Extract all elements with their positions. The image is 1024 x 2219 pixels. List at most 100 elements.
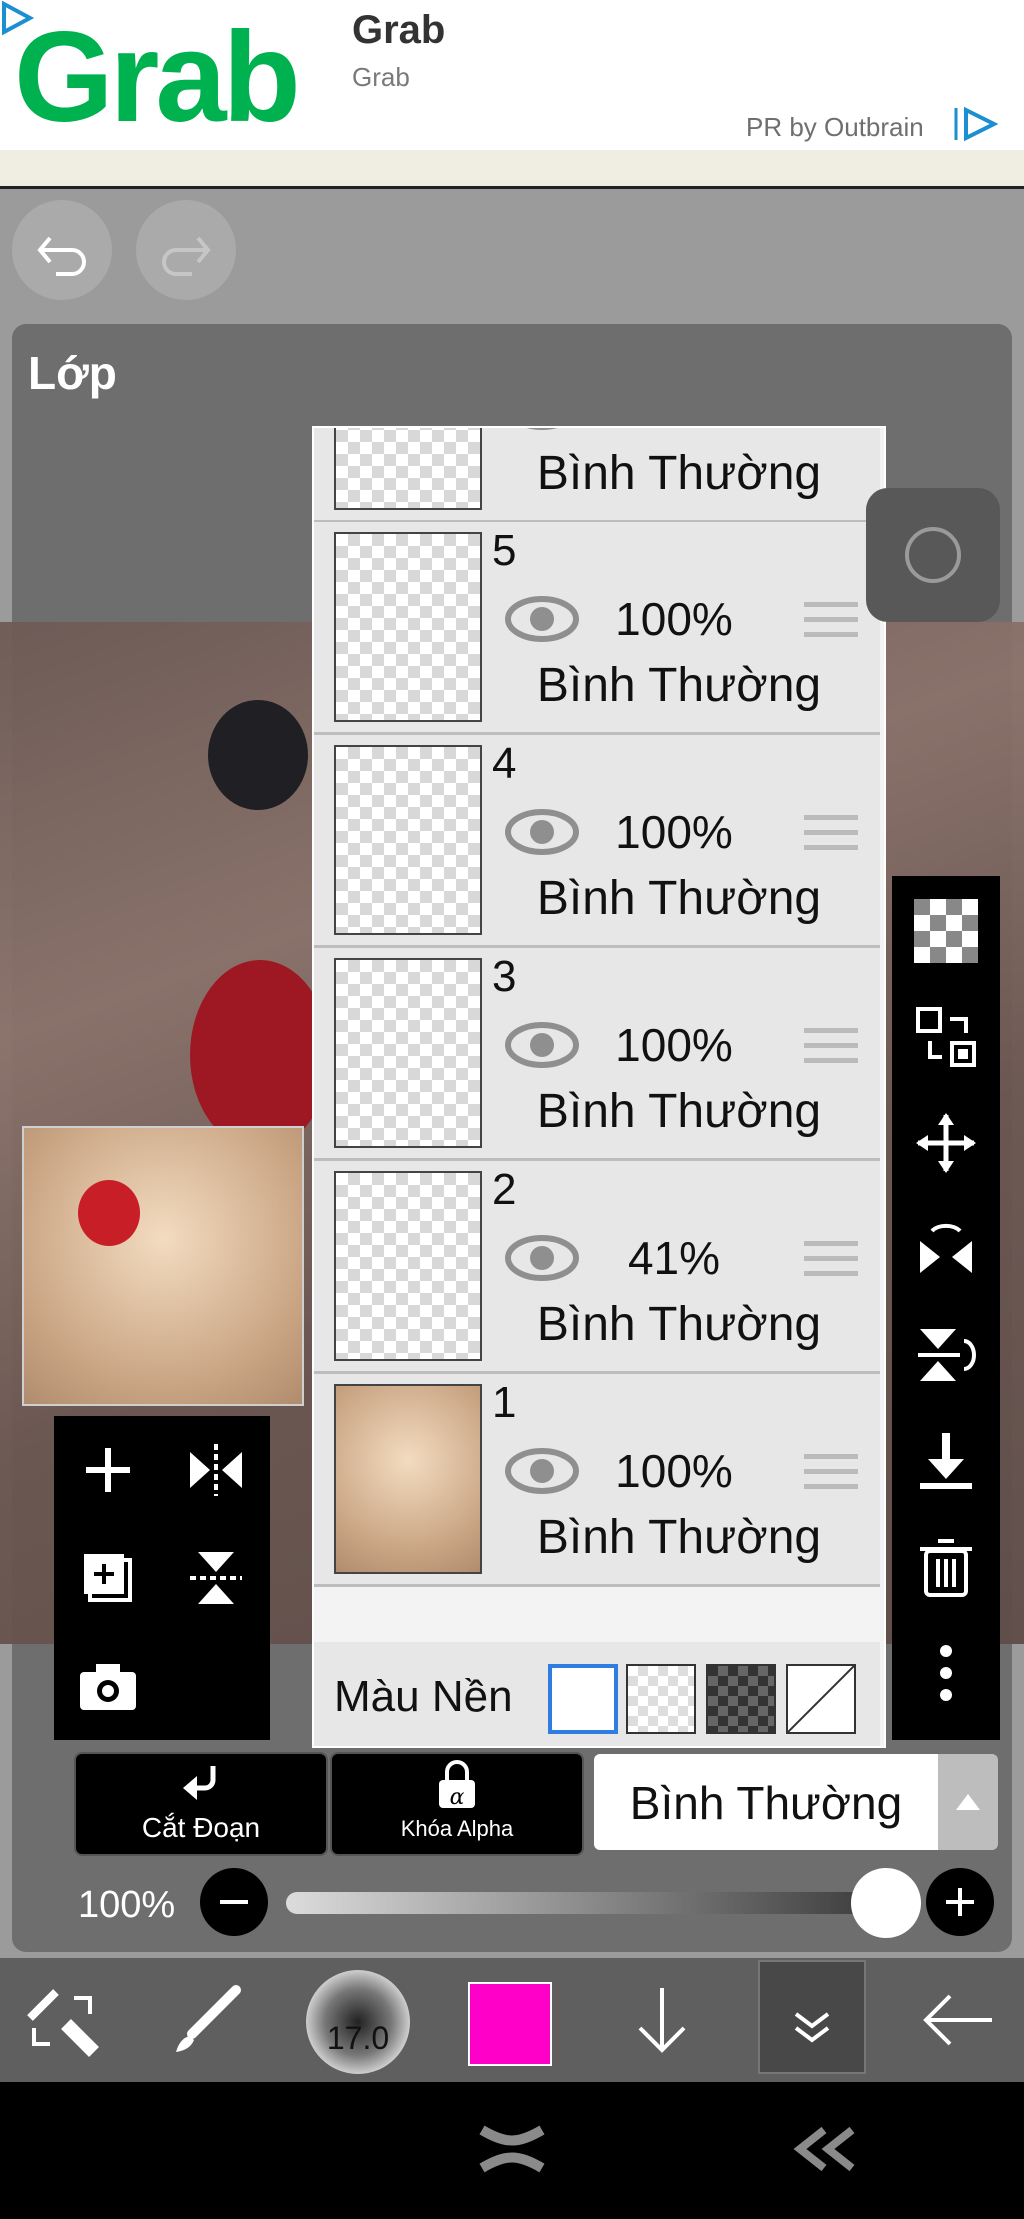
flip-horizontal-icon (190, 1444, 242, 1496)
rotate-flip-icon (920, 1223, 972, 1273)
clipping-button[interactable]: Cắt Đoạn (74, 1752, 328, 1856)
opacity-slider-track[interactable] (286, 1892, 886, 1914)
eye-icon[interactable] (504, 426, 580, 432)
bg-none-swatch[interactable] (786, 1664, 856, 1734)
brush-icon (176, 1985, 241, 2052)
bg-transparent-dark-swatch[interactable] (706, 1664, 776, 1734)
ad-banner-footer (0, 150, 1024, 189)
undo-button[interactable] (12, 200, 112, 300)
more-icon (940, 1645, 952, 1701)
bg-white-swatch[interactable] (548, 1664, 618, 1734)
eye-icon[interactable] (504, 594, 580, 644)
drag-handle-icon[interactable] (804, 1241, 858, 1286)
flip-vertical-icon (190, 1552, 242, 1604)
drag-handle-icon[interactable] (804, 815, 858, 860)
clip-arrow-icon (183, 1766, 216, 1800)
layer-thumbnail[interactable] (334, 532, 482, 722)
layers-toggle-button[interactable] (758, 1960, 866, 2074)
layer-thumbnail[interactable] (334, 428, 482, 510)
outbrain-icon[interactable] (952, 104, 998, 144)
background-color-label: Màu Nền (334, 1672, 513, 1721)
delete-icon (920, 1539, 972, 1597)
checkerboard-icon (914, 899, 978, 963)
ad-title[interactable]: Grab (352, 8, 445, 53)
flip-vertical-button[interactable] (170, 1532, 262, 1624)
redo-button[interactable] (136, 200, 236, 300)
floating-action-button[interactable] (866, 488, 1000, 622)
opacity-increase-button[interactable] (926, 1868, 994, 1936)
rotate-flip-button[interactable] (892, 1196, 1000, 1302)
lock-icon: α (439, 1760, 475, 1810)
drag-handle-icon[interactable] (804, 1454, 858, 1499)
layer-row[interactable]: 100% Bình Thường (314, 426, 880, 523)
layer-opacity: 100% (615, 1445, 733, 1497)
layer-thumbnail[interactable] (334, 1171, 482, 1361)
scroll-down-button[interactable] (620, 1978, 704, 2067)
layer-row[interactable]: 5 100% Bình Thường (314, 522, 880, 735)
back-button[interactable] (916, 1978, 1000, 2067)
merge-down-button[interactable] (892, 1408, 1000, 1514)
camera-button[interactable] (62, 1640, 154, 1732)
layer-number: 5 (492, 526, 517, 575)
collapse-nav-button[interactable] (790, 2124, 860, 2179)
ad-sponsor-label[interactable]: PR by Outbrain (746, 112, 924, 143)
move-button[interactable] (892, 1090, 1000, 1196)
opacity-decrease-button[interactable] (200, 1868, 268, 1936)
circle-icon (905, 527, 961, 583)
more-options-button[interactable] (892, 1620, 1000, 1726)
layer-thumbnail[interactable] (334, 958, 482, 1148)
layer-row[interactable]: 3 100% Bình Thường (314, 948, 880, 1161)
background-color-row: Màu Nền (314, 1642, 880, 1746)
grab-logo[interactable]: Grab (14, 14, 301, 142)
eye-icon[interactable] (504, 1446, 580, 1496)
camera-icon (80, 1664, 136, 1710)
layer-list[interactable]: 100% Bình Thường 5 100% Bình Thường 4 10… (312, 426, 886, 1748)
layer-number: 2 (492, 1165, 517, 1214)
delete-layer-button[interactable] (892, 1514, 1000, 1620)
transfer-button[interactable] (892, 984, 1000, 1090)
arrow-down-icon (638, 1988, 686, 2053)
layer-row[interactable]: 2 41% Bình Thường (314, 1161, 880, 1374)
layer-thumbnail[interactable] (334, 745, 482, 935)
duplicate-layer-button[interactable] (62, 1532, 154, 1624)
layer-thumbnail[interactable] (334, 1384, 482, 1574)
opacity-label: 100% (78, 1884, 176, 1926)
close-nav-button[interactable] (476, 2124, 548, 2179)
alpha-lock-button[interactable]: α Khóa Alpha (330, 1752, 584, 1856)
layer-blend-mode: Bình Thường (536, 1085, 822, 1138)
blend-mode-value: Bình Thường (629, 1777, 903, 1829)
flip-horizontal-button[interactable] (170, 1424, 262, 1516)
brush-tool-button[interactable] (164, 1978, 248, 2067)
drag-handle-icon[interactable] (804, 602, 858, 647)
duplicate-layer-icon (84, 1554, 132, 1602)
blend-mode-arrow[interactable] (938, 1754, 998, 1850)
transform-tool-button[interactable] (20, 1978, 104, 2067)
layer-row[interactable]: 4 100% Bình Thường (314, 735, 880, 948)
flip-vertical-rotate-button[interactable] (892, 1302, 1000, 1408)
svg-text:α: α (450, 1785, 465, 1810)
eye-icon[interactable] (504, 1020, 580, 1070)
drag-handle-icon[interactable] (804, 1028, 858, 1073)
layer-number: 1 (492, 1378, 517, 1427)
transfer-icon (916, 1007, 976, 1067)
layer-opacity: 41% (627, 1232, 721, 1284)
current-color-swatch[interactable] (468, 1982, 552, 2066)
add-layer-button[interactable] (62, 1424, 154, 1516)
layer-blend-mode: Bình Thường (536, 659, 822, 712)
flip-vertical-icon (918, 1329, 976, 1381)
eye-icon[interactable] (504, 1233, 580, 1283)
drag-handle-icon[interactable] (804, 428, 858, 435)
bg-transparent-light-swatch[interactable] (626, 1664, 696, 1734)
layer-blend-mode: Bình Thường (536, 1511, 822, 1564)
layer-row[interactable]: 1 100% Bình Thường (314, 1374, 880, 1587)
merge-down-icon (920, 1433, 972, 1489)
eye-icon[interactable] (504, 807, 580, 857)
canvas-lollipop (190, 960, 330, 1150)
checkerboard-button[interactable] (892, 878, 1000, 984)
chevron-double-down-icon (794, 2012, 830, 2043)
opacity-slider-knob[interactable] (851, 1868, 921, 1938)
brush-size-value: 17.0 (326, 2020, 390, 2056)
canvas-preview-thumbnail[interactable] (22, 1126, 304, 1406)
preview-lollipop (78, 1180, 140, 1246)
layer-number: 3 (492, 952, 517, 1001)
